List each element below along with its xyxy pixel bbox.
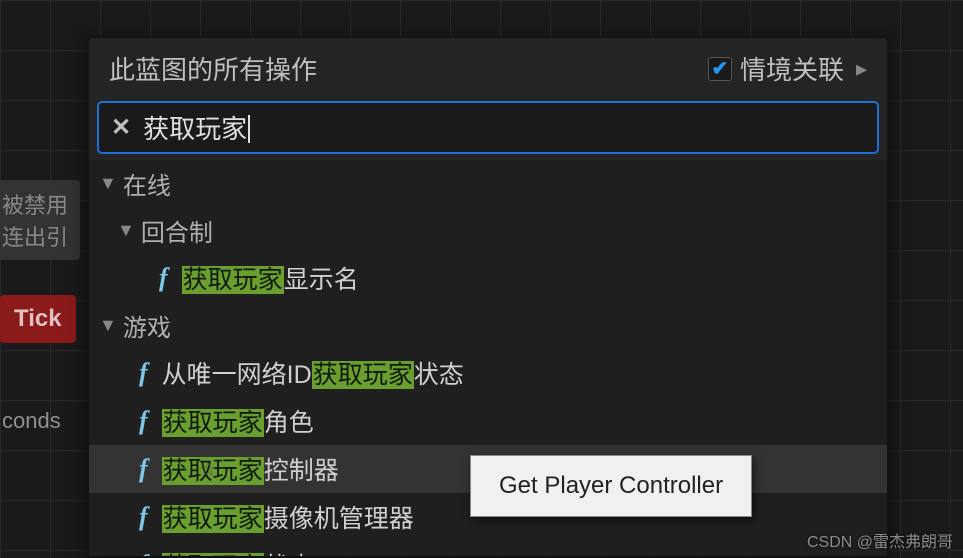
- search-input[interactable]: ✕ 获取玩家: [97, 101, 879, 154]
- star-icon[interactable]: ☆: [199, 457, 217, 482]
- category-online[interactable]: ▼ 在线: [89, 160, 887, 207]
- function-icon: f: [139, 406, 148, 436]
- chevron-down-icon: ▼: [99, 173, 117, 194]
- item-label: 获取玩家显示名: [182, 260, 359, 296]
- function-icon: f: [139, 502, 148, 532]
- context-checkbox[interactable]: ✔: [708, 57, 732, 81]
- chevron-right-icon: ▸: [856, 56, 867, 82]
- item-get-player-character[interactable]: f 获取玩家角色: [89, 397, 887, 445]
- item-label: 获取玩家状态: [162, 547, 314, 556]
- item-label: 获取玩家角色: [162, 403, 314, 439]
- chevron-down-icon: ▼: [99, 315, 117, 336]
- tooltip: Get Player Controller: [470, 455, 752, 517]
- clear-icon[interactable]: ✕: [111, 113, 131, 142]
- item-label: 获取玩家控制器: [162, 451, 339, 487]
- panel-header: 此蓝图的所有操作 ✔ 情境关联 ▸: [89, 38, 887, 95]
- item-get-player-state[interactable]: f 获取玩家状态: [89, 541, 887, 556]
- function-icon: f: [139, 550, 148, 556]
- item-label: 从唯一网络ID获取玩家状态: [162, 355, 464, 391]
- category-turnbased[interactable]: ▼ 回合制: [89, 207, 887, 254]
- context-sensitive-group[interactable]: ✔ 情境关联 ▸: [708, 50, 867, 87]
- check-icon: ✔: [712, 56, 729, 81]
- context-label: 情境关联: [740, 50, 844, 87]
- item-get-player-display-name[interactable]: f 获取玩家显示名: [89, 254, 887, 302]
- category-game[interactable]: ▼ 游戏: [89, 302, 887, 349]
- function-icon: f: [139, 454, 148, 484]
- function-icon: f: [139, 358, 148, 388]
- bg-node-disabled: 被禁用 连出引: [0, 180, 80, 260]
- function-icon: f: [159, 263, 168, 293]
- chevron-down-icon: ▼: [117, 220, 135, 241]
- watermark: CSDN @雷杰弗朗哥: [807, 528, 953, 552]
- item-label: 获取玩家摄像机管理器: [162, 499, 414, 535]
- item-get-player-state-from-netid[interactable]: f 从唯一网络ID获取玩家状态: [89, 349, 887, 397]
- bg-node-seconds: conds: [0, 400, 73, 442]
- panel-title: 此蓝图的所有操作: [109, 50, 317, 87]
- text-caret: [248, 115, 250, 143]
- search-text: 获取玩家: [143, 109, 865, 146]
- bg-node-event-tick: Tick: [0, 295, 76, 343]
